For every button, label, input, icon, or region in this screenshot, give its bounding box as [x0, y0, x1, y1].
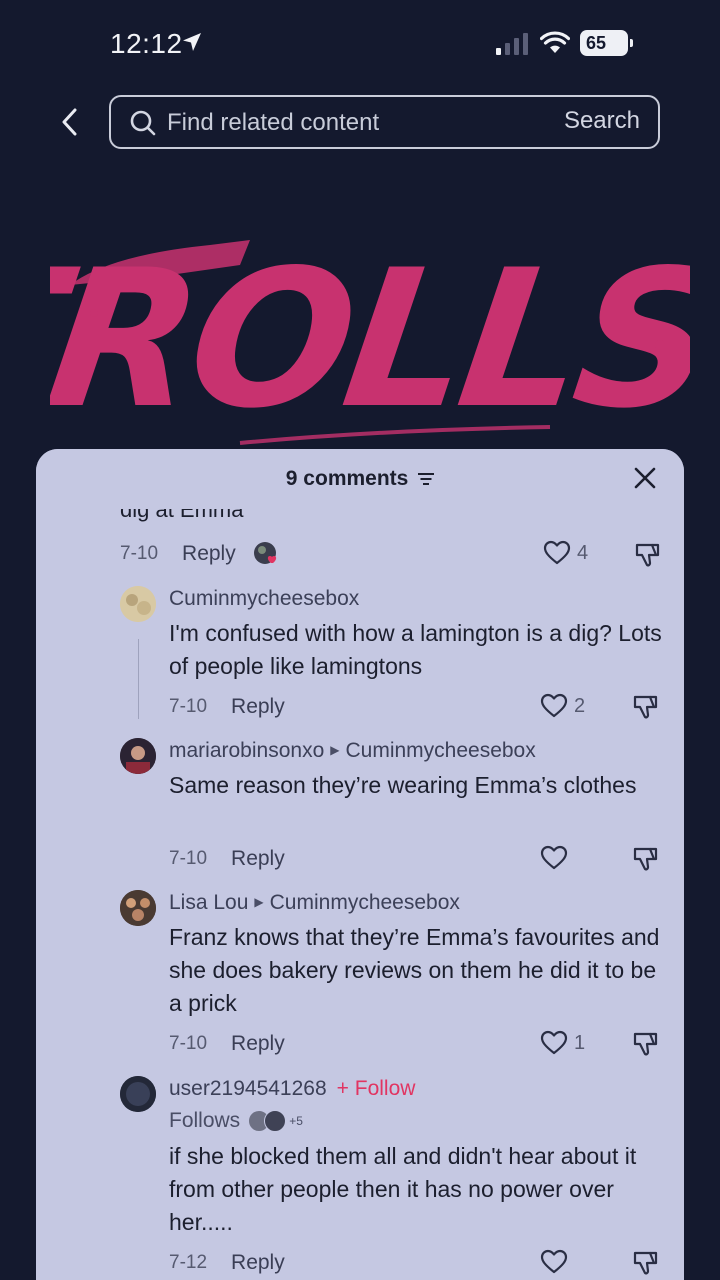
close-icon[interactable] [632, 465, 658, 491]
search-icon [130, 110, 156, 136]
comments-count-label: 9 comments [285, 467, 409, 490]
reply-to-username[interactable]: Cuminmycheesebox [270, 891, 460, 914]
follows-row: Follows +5 [169, 1107, 303, 1135]
like-button[interactable]: 4 [543, 540, 588, 566]
comment-date: 7-12 [169, 1252, 208, 1273]
avatar-image [120, 586, 156, 622]
battery-level: 65 [586, 32, 607, 53]
reply-button[interactable]: Reply [231, 695, 285, 719]
comments-count[interactable]: 9 comments [36, 467, 684, 491]
comment-text: I'm confused with how a lamington is a d… [169, 620, 662, 679]
avatar-image [120, 1076, 156, 1112]
follows-avatars[interactable]: +5 [248, 1110, 303, 1132]
reply-arrow-icon: ▶ [330, 743, 340, 757]
reply-arrow-icon: ▶ [254, 895, 264, 909]
heart-icon [540, 693, 568, 718]
battery-nub [630, 39, 633, 47]
search-input[interactable] [167, 105, 537, 141]
avatar[interactable] [120, 890, 156, 926]
avatar [264, 1110, 287, 1132]
wifi-icon [540, 31, 570, 53]
dislike-icon[interactable] [634, 541, 662, 569]
comment-username: Lisa Lou ▶ Cuminmycheesebox [169, 891, 460, 915]
like-button[interactable]: 2 [540, 693, 585, 719]
search-bar[interactable]: Search [109, 95, 660, 149]
comment-username-link[interactable]: Lisa Lou [169, 891, 248, 914]
comment-date: 7-10 [169, 1033, 208, 1054]
comment-text: Franz knows that they’re Emma’s favourit… [169, 924, 660, 1016]
like-button[interactable]: 1 [540, 1030, 585, 1056]
comment-meta: 7-12 Reply [169, 1248, 285, 1278]
comment-username[interactable]: Cuminmycheesebox [169, 587, 359, 611]
comment-meta: 7-10 Reply [120, 539, 282, 569]
location-arrow-icon [183, 33, 201, 51]
heart-icon [540, 1030, 568, 1055]
heart-icon [540, 845, 568, 870]
reply-to-username[interactable]: Cuminmycheesebox [345, 739, 535, 762]
like-count: 4 [577, 541, 589, 564]
like-button[interactable] [540, 845, 584, 871]
comment-date: 7-10 [169, 848, 208, 869]
reply-button[interactable]: Reply [231, 1032, 285, 1056]
battery-indicator: 65 [580, 30, 633, 56]
video-title-art: TROLLS. [50, 230, 690, 451]
status-time: 12:12 [110, 28, 183, 59]
cellular-signal-icon [496, 33, 528, 55]
avatar[interactable] [120, 738, 156, 774]
like-button[interactable] [540, 1249, 584, 1275]
comments-header: 9 comments [36, 449, 684, 509]
reply-button[interactable]: Reply [231, 847, 285, 871]
heart-icon [540, 1249, 568, 1274]
follow-button[interactable]: + Follow [337, 1077, 416, 1100]
comment-meta: 7-10 Reply [169, 692, 285, 722]
comment-text: if she blocked them all and didn't hear … [169, 1143, 637, 1235]
status-bar: 12:12 65 [0, 0, 720, 88]
search-button[interactable]: Search [564, 107, 640, 135]
heart-icon [543, 540, 571, 565]
follows-more-count: +5 [289, 1114, 303, 1128]
like-count: 1 [574, 1031, 586, 1054]
comment-username-link[interactable]: mariarobinsonxo [169, 739, 324, 762]
back-button[interactable] [52, 100, 88, 144]
like-count: 2 [574, 694, 586, 717]
reply-button[interactable]: Reply [182, 542, 236, 566]
follows-label: Follows [169, 1109, 241, 1132]
avatar[interactable] [120, 1076, 156, 1112]
comment-text: Same reason they’re wearing Emma’s cloth… [169, 772, 637, 798]
sort-filter-icon [418, 473, 435, 486]
reply-thread-line [138, 639, 139, 719]
dislike-icon[interactable] [632, 845, 660, 873]
comment-username: user2194541268 + Follow [169, 1077, 415, 1101]
chevron-left-icon [62, 108, 77, 136]
screen: 12:12 65 Search [0, 0, 720, 1280]
creator-liked-icon [253, 542, 276, 564]
dislike-icon[interactable] [632, 693, 660, 721]
dislike-icon[interactable] [632, 1249, 660, 1277]
video-title-art-text: TROLLS. [50, 230, 690, 451]
comments-sheet: dig at Emma 9 comments 7-10 Reply 4 Cumi… [36, 449, 684, 1280]
comment-meta: 7-10 Reply [169, 844, 285, 874]
comment-date: 7-10 [120, 543, 159, 564]
avatar-image [120, 890, 156, 926]
dislike-icon[interactable] [632, 1030, 660, 1058]
avatar[interactable] [120, 586, 156, 622]
comment-date: 7-10 [169, 696, 208, 717]
avatar-image [120, 738, 156, 774]
reply-button[interactable]: Reply [231, 1251, 285, 1275]
comment-username-link[interactable]: user2194541268 [169, 1077, 327, 1100]
comment-username: mariarobinsonxo ▶ Cuminmycheesebox [169, 739, 536, 763]
comment-meta: 7-10 Reply [169, 1029, 285, 1059]
